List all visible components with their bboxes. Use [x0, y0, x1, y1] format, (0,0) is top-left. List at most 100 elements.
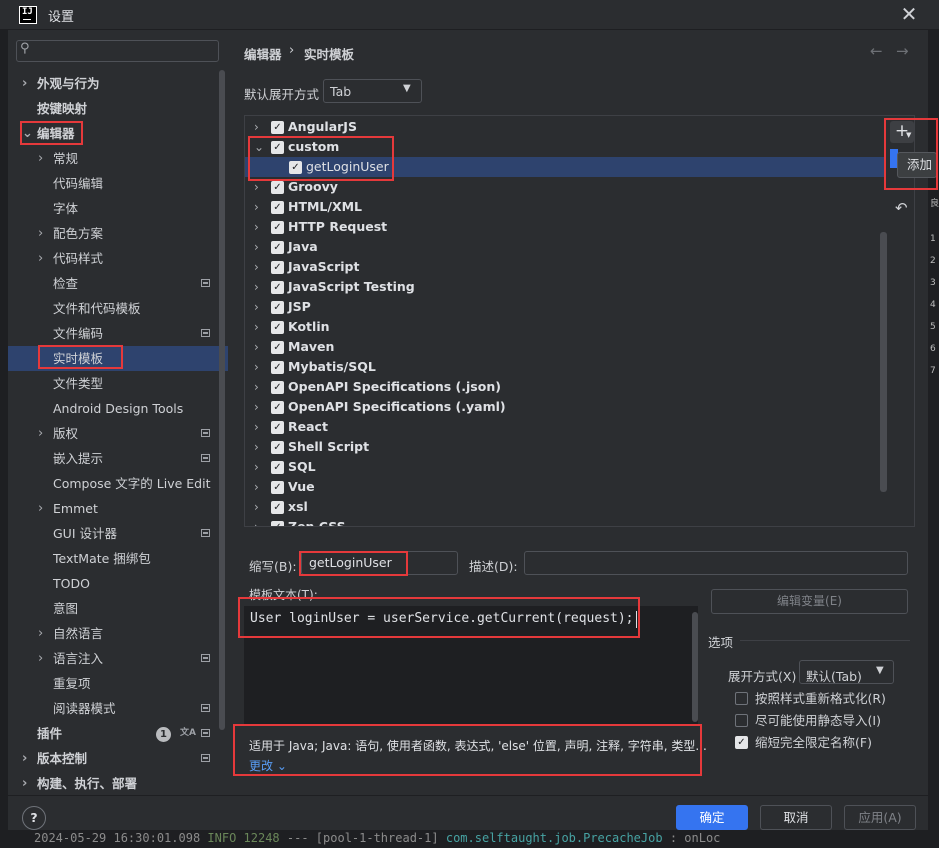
checkbox-unchecked-icon[interactable] [735, 714, 748, 727]
sidebar-item[interactable]: TODO [8, 571, 228, 596]
chevron-right-icon[interactable]: › [254, 377, 259, 397]
template-group[interactable]: › ✓ Mybatis/SQL [245, 357, 885, 377]
chevron-down-icon[interactable]: ⌄ [22, 121, 33, 146]
sidebar-item[interactable]: Android Design Tools [8, 396, 228, 421]
template-group[interactable]: › ✓ React [245, 417, 885, 437]
chevron-right-icon[interactable]: › [254, 117, 259, 137]
chevron-right-icon[interactable]: › [38, 246, 43, 271]
template-group[interactable]: › ✓ JavaScript Testing [245, 277, 885, 297]
checkbox-checked-icon[interactable]: ✓ [271, 401, 284, 414]
sidebar-scrollbar[interactable] [219, 70, 225, 730]
forward-arrow-icon[interactable]: → [896, 42, 909, 60]
template-item[interactable]: ✓ getLoginUser [245, 157, 885, 177]
checkbox-checked-icon[interactable]: ✓ [271, 181, 284, 194]
sidebar-item[interactable]: GUI 设计器 [8, 521, 228, 546]
checkbox-checked-icon[interactable]: ✓ [271, 121, 284, 134]
checkbox-checked-icon[interactable]: ✓ [271, 521, 284, 526]
template-group[interactable]: › ✓ SQL [245, 457, 885, 477]
checkbox-checked-icon[interactable]: ✓ [271, 501, 284, 514]
cancel-button[interactable]: 取消 [760, 805, 832, 830]
sidebar-item[interactable]: 嵌入提示 [8, 446, 228, 471]
sidebar-item[interactable]: › 外观与行为 [8, 71, 228, 96]
template-group[interactable]: › ✓ OpenAPI Specifications (.yaml) [245, 397, 885, 417]
checkbox-checked-icon[interactable]: ✓ [271, 441, 284, 454]
close-icon[interactable]: ✕ [898, 3, 920, 25]
template-group[interactable]: › ✓ Vue [245, 477, 885, 497]
revert-icon[interactable]: ↶ [895, 199, 908, 217]
chevron-down-icon[interactable]: ⌄ [254, 137, 264, 157]
sidebar-item[interactable]: 插件 1 文A [8, 721, 228, 746]
template-group[interactable]: › ✓ Shell Script [245, 437, 885, 457]
chevron-right-icon[interactable]: › [38, 646, 43, 671]
sidebar-item[interactable]: 按键映射 [8, 96, 228, 121]
sidebar-item[interactable]: › 语言注入 [8, 646, 228, 671]
chevron-right-icon[interactable]: › [22, 771, 27, 796]
sidebar-item[interactable]: 文件编码 [8, 321, 228, 346]
template-group[interactable]: › ✓ OpenAPI Specifications (.json) [245, 377, 885, 397]
checkbox-checked-icon[interactable]: ✓ [271, 381, 284, 394]
sidebar-item[interactable]: › 自然语言 [8, 621, 228, 646]
chevron-right-icon[interactable]: › [254, 417, 259, 437]
chevron-right-icon[interactable]: › [254, 277, 259, 297]
template-group[interactable]: › ✓ Kotlin [245, 317, 885, 337]
sidebar-item[interactable]: 代码编辑 [8, 171, 228, 196]
chevron-right-icon[interactable]: › [22, 746, 27, 771]
chevron-right-icon[interactable]: › [254, 457, 259, 477]
chevron-right-icon[interactable]: › [254, 177, 259, 197]
template-group[interactable]: › ✓ JSP [245, 297, 885, 317]
sidebar-item[interactable]: 意图 [8, 596, 228, 621]
sidebar-item[interactable]: › 常规 [8, 146, 228, 171]
template-group[interactable]: ⌄ ✓ custom [245, 137, 885, 157]
chevron-right-icon[interactable]: › [254, 317, 259, 337]
chevron-right-icon[interactable]: › [254, 497, 259, 517]
apply-button[interactable]: 应用(A) [844, 805, 916, 830]
breadcrumb-editor[interactable]: 编辑器 [244, 44, 282, 63]
checkbox-checked-icon[interactable]: ✓ [735, 736, 748, 749]
template-group[interactable]: › ✓ xsl [245, 497, 885, 517]
back-arrow-icon[interactable]: ← [870, 42, 883, 60]
sidebar-item[interactable]: ⌄ 编辑器 [8, 121, 228, 146]
chevron-right-icon[interactable]: › [254, 397, 259, 417]
sidebar-item[interactable]: Compose 文字的 Live Edit [8, 471, 228, 496]
checkbox-unchecked-icon[interactable] [735, 692, 748, 705]
template-group[interactable]: › ✓ AngularJS [245, 117, 885, 137]
chevron-right-icon[interactable]: › [254, 517, 259, 526]
checkbox-checked-icon[interactable]: ✓ [271, 301, 284, 314]
template-group[interactable]: › ✓ HTTP Request [245, 217, 885, 237]
sidebar-item[interactable]: 文件和代码模板 [8, 296, 228, 321]
chevron-right-icon[interactable]: › [254, 437, 259, 457]
checkbox-checked-icon[interactable]: ✓ [271, 341, 284, 354]
sidebar-item[interactable]: › Emmet [8, 496, 228, 521]
chevron-right-icon[interactable]: › [254, 217, 259, 237]
chevron-right-icon[interactable]: › [22, 71, 27, 96]
sidebar-item[interactable]: 实时模板 [8, 346, 228, 371]
checkbox-checked-icon[interactable]: ✓ [271, 281, 284, 294]
help-button[interactable]: ? [22, 806, 46, 830]
tree-scrollbar[interactable] [880, 232, 887, 492]
chevron-right-icon[interactable]: › [38, 221, 43, 246]
sidebar-item[interactable]: › 构建、执行、部署 [8, 771, 228, 796]
ok-button[interactable]: 确定 [676, 805, 748, 830]
chevron-right-icon[interactable]: › [38, 146, 43, 171]
checkbox-checked-icon[interactable]: ✓ [289, 161, 302, 174]
sidebar-item[interactable]: › 代码样式 [8, 246, 228, 271]
checkbox-checked-icon[interactable]: ✓ [271, 421, 284, 434]
sidebar-item[interactable]: › 配色方案 [8, 221, 228, 246]
template-group[interactable]: › ✓ JavaScript [245, 257, 885, 277]
checkbox-checked-icon[interactable]: ✓ [271, 261, 284, 274]
checkbox-checked-icon[interactable]: ✓ [271, 481, 284, 494]
sidebar-item[interactable]: 字体 [8, 196, 228, 221]
edit-variables-button[interactable]: 编辑变量(E) [711, 589, 908, 614]
checkbox-checked-icon[interactable]: ✓ [271, 361, 284, 374]
abbreviation-input[interactable]: getLoginUser [301, 551, 458, 575]
sidebar-item[interactable]: 阅读器模式 [8, 696, 228, 721]
template-editor-scrollbar[interactable] [692, 612, 698, 722]
sidebar-item[interactable]: 重复项 [8, 671, 228, 696]
chevron-right-icon[interactable]: › [38, 421, 43, 446]
template-group[interactable]: › ✓ Maven [245, 337, 885, 357]
sidebar-item[interactable]: 检查 [8, 271, 228, 296]
template-code[interactable]: User loginUser = userService.getCurrent(… [250, 611, 634, 626]
chevron-right-icon[interactable]: › [254, 237, 259, 257]
chevron-right-icon[interactable]: › [38, 496, 43, 521]
chevron-right-icon[interactable]: › [254, 197, 259, 217]
